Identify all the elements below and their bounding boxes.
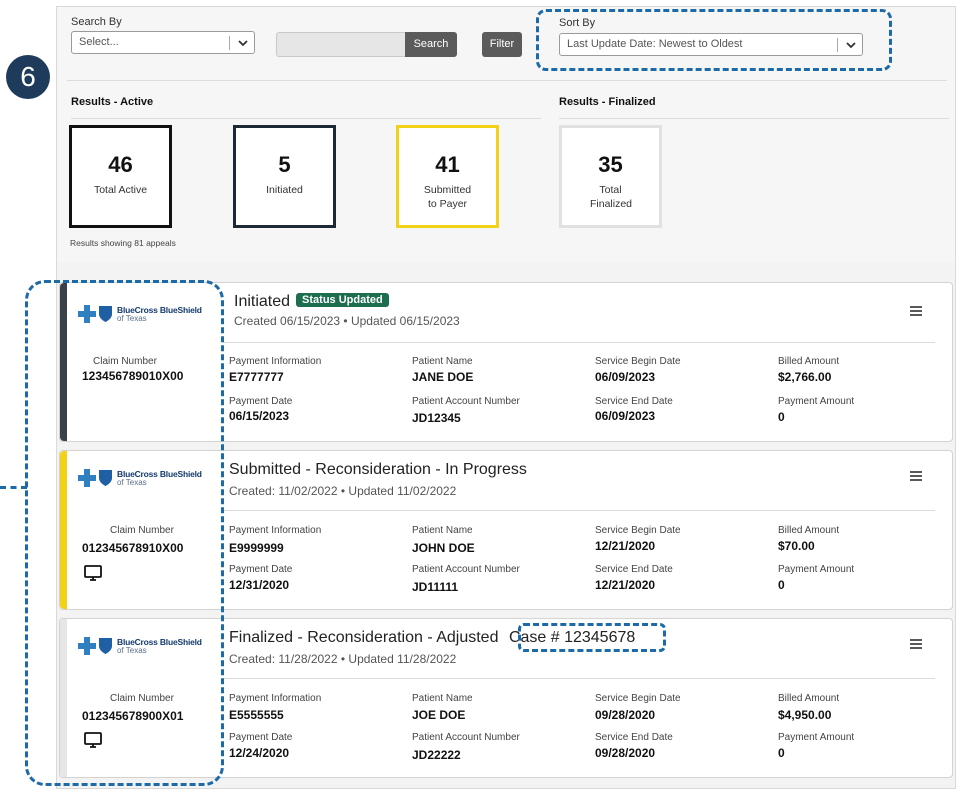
hamburger-menu-icon[interactable] — [910, 306, 922, 316]
payment-amount-value: 0 — [778, 746, 785, 760]
service-begin-date-label: Service Begin Date — [595, 693, 681, 704]
payment-amount-label: Payment Amount — [778, 564, 855, 575]
claim-dates: Created: 11/02/2022 • Updated 11/02/2022 — [229, 484, 457, 498]
service-end-date-label: Service End Date — [595, 396, 673, 407]
patient-name-label: Patient Name — [412, 693, 473, 704]
card-divider — [223, 678, 935, 679]
callout-connector-line — [0, 486, 27, 489]
search-by-select[interactable]: Select... — [71, 31, 255, 54]
payment-information-value: E7777777 — [229, 370, 284, 384]
hamburger-menu-icon[interactable] — [910, 639, 922, 649]
stat-label: Total Active — [93, 184, 148, 196]
stat-value: 41 — [435, 152, 460, 177]
divider — [67, 80, 947, 81]
patient-name-value: JOE DOE — [412, 708, 466, 722]
sort-by-callout — [536, 9, 892, 71]
patient-name-label: Patient Name — [412, 356, 473, 367]
stat-submitted-to-payer[interactable]: 41 Submitted to Payer — [396, 125, 499, 228]
service-begin-date-label: Service Begin Date — [595, 525, 681, 536]
claim-status-title: Initiated Status Updated — [234, 293, 389, 311]
service-end-date-value: 12/21/2020 — [595, 578, 656, 592]
service-begin-date-label: Service Begin Date — [595, 356, 681, 367]
stat-initiated[interactable]: 5 Initiated — [233, 125, 336, 228]
patient-name-value: JANE DOE — [412, 370, 474, 384]
card-divider — [223, 342, 935, 343]
payment-information-value: E5555555 — [229, 708, 284, 722]
stat-label: Total Finalized — [590, 184, 633, 210]
chevron-down-icon — [238, 40, 248, 47]
hamburger-menu-icon[interactable] — [910, 471, 922, 481]
status-updated-badge: Status Updated — [296, 293, 389, 307]
stat-value: 35 — [598, 152, 623, 177]
filter-button[interactable]: Filter — [482, 32, 522, 57]
stat-label: Submitted to Payer — [423, 184, 472, 210]
payment-date-label: Payment Date — [229, 564, 293, 575]
service-end-date-value: 06/09/2023 — [595, 409, 656, 423]
payment-information-label: Payment Information — [229, 693, 322, 704]
search-button[interactable]: Search — [405, 32, 457, 57]
patient-name-value: JOHN DOE — [412, 541, 475, 555]
stat-label: Initiated — [266, 184, 303, 196]
case-number-callout — [518, 623, 666, 652]
claim-status: Finalized - Reconsideration - Adjusted — [229, 629, 499, 646]
payment-date-label: Payment Date — [229, 396, 293, 407]
payment-information-label: Payment Information — [229, 356, 322, 367]
payment-amount-label: Payment Amount — [778, 396, 855, 407]
payment-date-label: Payment Date — [229, 732, 293, 743]
stat-total-active[interactable]: 46 Total Active — [69, 125, 172, 228]
payment-amount-value: 0 — [778, 410, 785, 424]
service-end-date-label: Service End Date — [595, 732, 673, 743]
patient-account-number-label: Patient Account Number — [412, 564, 520, 575]
service-end-date-value: 09/28/2020 — [595, 746, 656, 760]
step-number-marker: 6 — [6, 55, 50, 99]
payment-date-value: 06/15/2023 — [229, 409, 290, 423]
billed-amount-label: Billed Amount — [778, 693, 840, 704]
results-count-note: Results showing 81 appeals — [70, 238, 176, 248]
claim-status: Submitted - Reconsideration - In Progres… — [229, 461, 527, 478]
results-active-title: Results - Active — [71, 96, 154, 108]
service-begin-date-value: 09/28/2020 — [595, 708, 656, 722]
results-finalized-title: Results - Finalized — [559, 96, 656, 108]
stat-value: 5 — [278, 152, 291, 177]
payment-information-value: E9999999 — [229, 541, 284, 555]
patient-account-number-label: Patient Account Number — [412, 732, 520, 743]
card-divider — [223, 510, 935, 511]
claim-dates: Created: 11/28/2022 • Updated 11/28/2022 — [229, 652, 457, 666]
divider — [559, 118, 949, 119]
billed-amount-value: $70.00 — [778, 539, 815, 553]
claim-dates: Created 06/15/2023 • Updated 06/15/2023 — [234, 314, 460, 328]
billed-amount-label: Billed Amount — [778, 525, 840, 536]
search-input[interactable] — [276, 32, 406, 57]
claim-number-column-callout — [25, 280, 224, 786]
payment-amount-label: Payment Amount — [778, 732, 855, 743]
patient-account-number-label: Patient Account Number — [412, 396, 520, 407]
payment-date-value: 12/24/2020 — [229, 746, 290, 760]
payment-information-label: Payment Information — [229, 525, 322, 536]
patient-account-number-value: JD12345 — [412, 411, 461, 425]
payment-date-value: 12/31/2020 — [229, 578, 290, 592]
service-begin-date-value: 06/09/2023 — [595, 370, 656, 384]
divider — [71, 118, 541, 119]
payment-amount-value: 0 — [778, 578, 785, 592]
billed-amount-value: $2,766.00 — [778, 370, 832, 384]
patient-name-label: Patient Name — [412, 525, 473, 536]
select-separator — [229, 36, 230, 50]
patient-account-number-value: JD11111 — [412, 580, 459, 594]
stat-value: 46 — [108, 152, 133, 177]
search-by-select-value: Select... — [79, 36, 119, 48]
stat-total-finalized[interactable]: 35 Total Finalized — [559, 125, 662, 228]
service-begin-date-value: 12/21/2020 — [595, 539, 656, 553]
claim-status: Initiated — [234, 293, 291, 310]
patient-account-number-value: JD22222 — [412, 748, 461, 762]
search-by-label: Search By — [71, 16, 122, 28]
billed-amount-label: Billed Amount — [778, 356, 840, 367]
billed-amount-value: $4,950.00 — [778, 708, 832, 722]
service-end-date-label: Service End Date — [595, 564, 673, 575]
